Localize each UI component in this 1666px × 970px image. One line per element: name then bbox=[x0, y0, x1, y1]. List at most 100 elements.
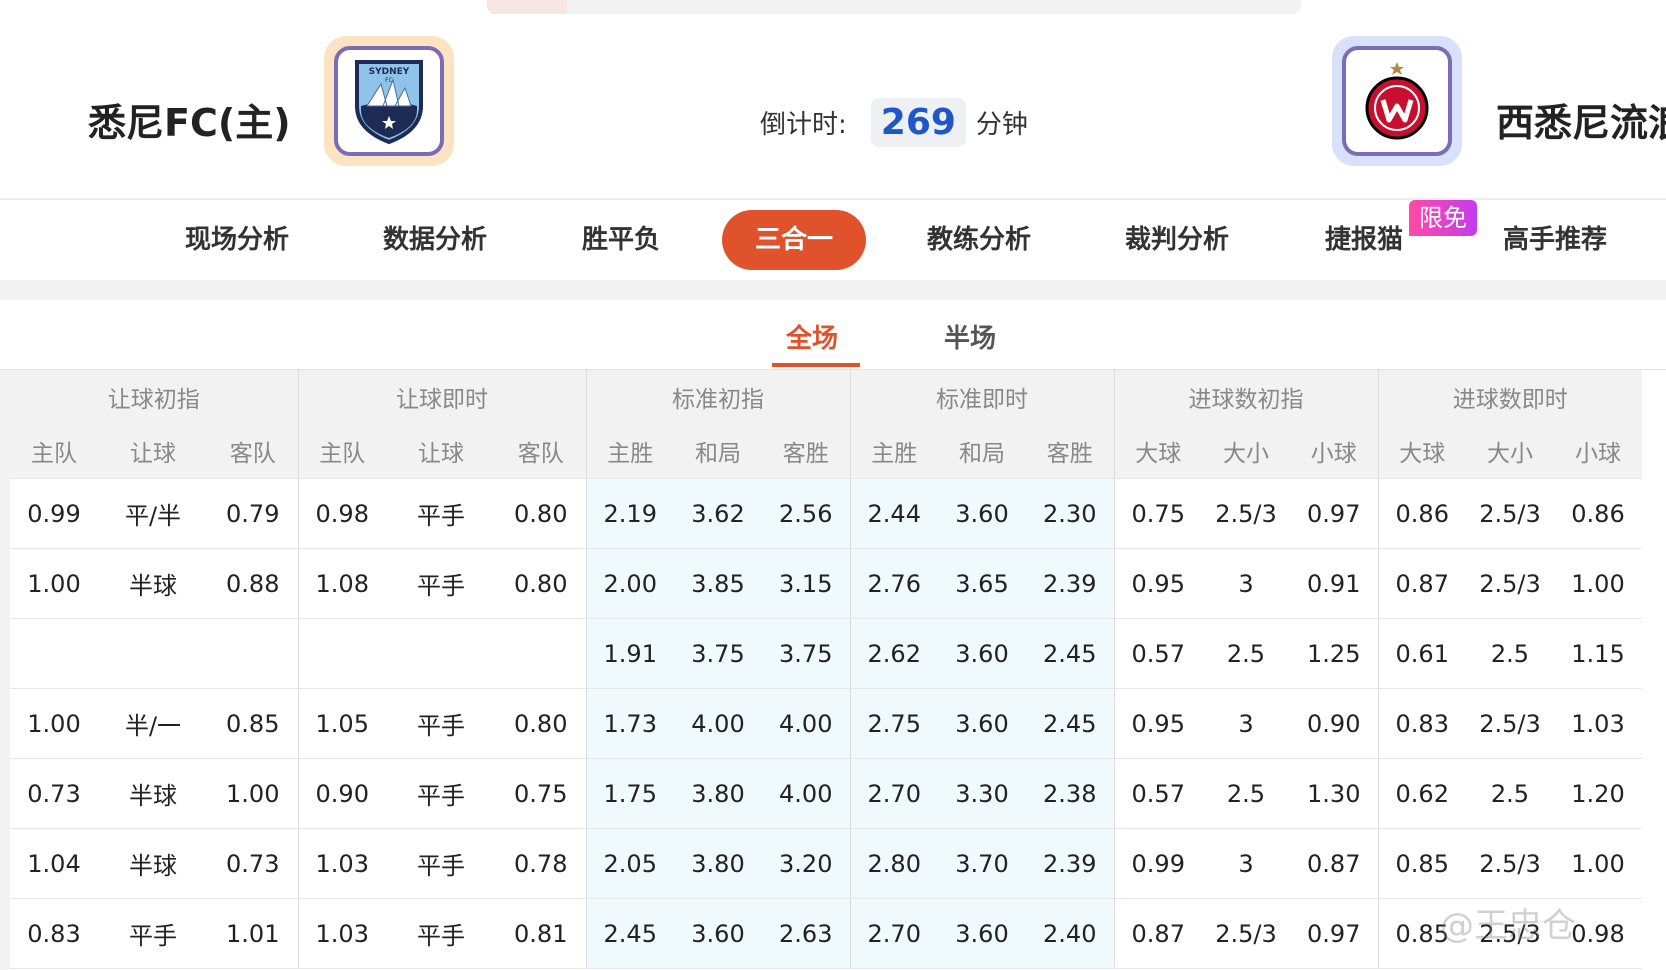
odds-cell: 半球 bbox=[98, 548, 208, 619]
table-row[interactable]: 0.99 平/半 0.79 0.98 平手 0.80 2.19 3.62 2.56 2.44 3.6… bbox=[10, 478, 1642, 549]
tab-data-analysis[interactable]: 数据分析 bbox=[370, 210, 500, 270]
group-handicap-initial: 让球初指 bbox=[10, 370, 298, 424]
tab-three-in-one[interactable]: 三合一 bbox=[722, 210, 866, 270]
away-team-logo[interactable] bbox=[1332, 36, 1462, 166]
odds-cell: 0.61 bbox=[1377, 618, 1466, 689]
odds-cell: 2.5 bbox=[1466, 758, 1554, 829]
odds-cell: 0.90 bbox=[297, 758, 386, 829]
odds-cell: 1.00 bbox=[10, 688, 98, 759]
odds-cell: 0.57 bbox=[1113, 758, 1202, 829]
odds-cell: 2.5/3 bbox=[1202, 478, 1290, 549]
odds-cell: 2.38 bbox=[1026, 758, 1114, 829]
odds-cell: 0.57 bbox=[1113, 618, 1202, 689]
odds-cell: 0.91 bbox=[1290, 548, 1378, 619]
odds-cell: 半球 bbox=[98, 828, 208, 899]
subtab-half-match[interactable]: 半场 bbox=[944, 318, 996, 355]
odds-cell: 2.5/3 bbox=[1466, 478, 1554, 549]
tab-jiebao-cat[interactable]: 捷报猫 bbox=[1312, 210, 1416, 270]
odds-cell: 0.86 bbox=[1554, 478, 1642, 549]
odds-cell: 1.91 bbox=[585, 618, 674, 689]
odds-cell: 3.20 bbox=[762, 828, 850, 899]
home-team-logo[interactable]: SYDNEY FC bbox=[324, 36, 454, 166]
odds-cell: 2.5/3 bbox=[1466, 688, 1554, 759]
tab-referee-analysis[interactable]: 裁判分析 bbox=[1112, 210, 1242, 270]
group-totals-initial: 进球数初指 bbox=[1113, 370, 1378, 424]
odds-cell: 0.83 bbox=[1377, 688, 1466, 759]
odds-cell: 平手 bbox=[386, 548, 496, 619]
odds-cell bbox=[10, 618, 98, 689]
odds-cell: 0.97 bbox=[1290, 898, 1378, 969]
odds-cell: 4.00 bbox=[674, 688, 762, 759]
odds-cell: 0.75 bbox=[1113, 478, 1202, 549]
odds-cell: 0.85 bbox=[1377, 828, 1466, 899]
period-tabs: 全场 半场 bbox=[0, 300, 1666, 370]
odds-cell: 1.15 bbox=[1554, 618, 1642, 689]
table-row[interactable]: 0.83 平手 1.01 1.03 平手 0.81 2.45 3.60 2.63 2.70 3.60… bbox=[10, 898, 1642, 969]
odds-cell: 0.87 bbox=[1290, 828, 1378, 899]
home-team-name[interactable]: 悉尼FC(主) bbox=[88, 92, 291, 147]
odds-cell: 0.87 bbox=[1113, 898, 1202, 969]
table-row[interactable]: 1.04 半球 0.73 1.03 平手 0.78 2.05 3.80 3.20 2.80 3.70… bbox=[10, 828, 1642, 899]
odds-cell: 0.62 bbox=[1377, 758, 1466, 829]
column-header: 客胜 bbox=[762, 424, 850, 479]
column-header: 客队 bbox=[208, 424, 298, 479]
odds-cell: 3 bbox=[1202, 548, 1290, 619]
odds-cell: 0.85 bbox=[208, 688, 298, 759]
odds-cell: 4.00 bbox=[762, 758, 850, 829]
away-team-name[interactable]: 西悉尼流浪者 bbox=[1496, 92, 1666, 147]
column-header: 让球 bbox=[386, 424, 496, 479]
table-row[interactable]: 1.00 半球 0.88 1.08 平手 0.80 2.00 3.85 3.15 2.76 3.65… bbox=[10, 548, 1642, 619]
odds-cell: 3.75 bbox=[674, 618, 762, 689]
subtab-full-match[interactable]: 全场 bbox=[786, 318, 838, 355]
odds-cell: 0.99 bbox=[1113, 828, 1202, 899]
odds-cell: 0.81 bbox=[496, 898, 586, 969]
odds-cell: 2.39 bbox=[1026, 548, 1114, 619]
odds-cell: 0.97 bbox=[1290, 478, 1378, 549]
column-header: 大小 bbox=[1202, 424, 1290, 479]
odds-cell: 1.04 bbox=[10, 828, 98, 899]
odds-cell: 0.73 bbox=[208, 828, 298, 899]
odds-cell: 0.87 bbox=[1377, 548, 1466, 619]
odds-cell: 2.39 bbox=[1026, 828, 1114, 899]
odds-cell: 1.03 bbox=[297, 828, 386, 899]
odds-cell: 2.63 bbox=[762, 898, 850, 969]
odds-cell: 1.00 bbox=[208, 758, 298, 829]
odds-cell: 3.65 bbox=[938, 548, 1026, 619]
odds-cell: 3.85 bbox=[674, 548, 762, 619]
table-row[interactable]: 1.91 3.75 3.75 2.62 3.60 2.45 0.57 2.5 1.25 0.61 2… bbox=[10, 618, 1642, 689]
active-subtab-indicator bbox=[772, 363, 860, 367]
tab-live-analysis[interactable]: 现场分析 bbox=[172, 210, 302, 270]
odds-cell: 2.80 bbox=[849, 828, 938, 899]
odds-cell: 平/半 bbox=[98, 478, 208, 549]
odds-cell: 平手 bbox=[98, 898, 208, 969]
table-row[interactable]: 0.73 半球 1.00 0.90 平手 0.75 1.75 3.80 4.00 2.70 3.30… bbox=[10, 758, 1642, 829]
tab-win-draw-lose[interactable]: 胜平负 bbox=[566, 210, 676, 270]
odds-cell: 3.80 bbox=[674, 758, 762, 829]
group-1x2-initial: 标准初指 bbox=[585, 370, 850, 424]
odds-cell: 1.03 bbox=[297, 898, 386, 969]
tab-expert-picks[interactable]: 高手推荐 bbox=[1490, 210, 1620, 270]
odds-cell: 2.5/3 bbox=[1466, 828, 1554, 899]
odds-cell: 2.05 bbox=[585, 828, 674, 899]
column-header: 客胜 bbox=[1026, 424, 1114, 479]
odds-cell bbox=[208, 618, 298, 689]
column-header: 客队 bbox=[496, 424, 586, 479]
odds-cell: 3.62 bbox=[674, 478, 762, 549]
odds-cell: 平手 bbox=[386, 828, 496, 899]
odds-cell: 2.30 bbox=[1026, 478, 1114, 549]
odds-cell: 3.60 bbox=[938, 478, 1026, 549]
svg-text:SYDNEY: SYDNEY bbox=[369, 67, 410, 77]
odds-cell: 0.90 bbox=[1290, 688, 1378, 759]
odds-cell: 2.5 bbox=[1466, 618, 1554, 689]
countdown: 倒计时: 269 分钟 bbox=[760, 92, 1028, 152]
tab-coach-analysis[interactable]: 教练分析 bbox=[914, 210, 1044, 270]
odds-cell: 2.5 bbox=[1202, 758, 1290, 829]
odds-cell: 3.70 bbox=[938, 828, 1026, 899]
countdown-label: 倒计时: bbox=[760, 109, 847, 140]
group-header-row: 让球初指 让球即时 标准初指 标准即时 进球数初指 进球数即时 bbox=[10, 370, 1642, 424]
odds-cell: 0.98 bbox=[297, 478, 386, 549]
odds-cell bbox=[496, 618, 586, 689]
odds-cell: 2.62 bbox=[849, 618, 938, 689]
table-row[interactable]: 1.00 半/一 0.85 1.05 平手 0.80 1.73 4.00 4.00 2.75 3.6… bbox=[10, 688, 1642, 759]
odds-cell bbox=[386, 618, 496, 689]
